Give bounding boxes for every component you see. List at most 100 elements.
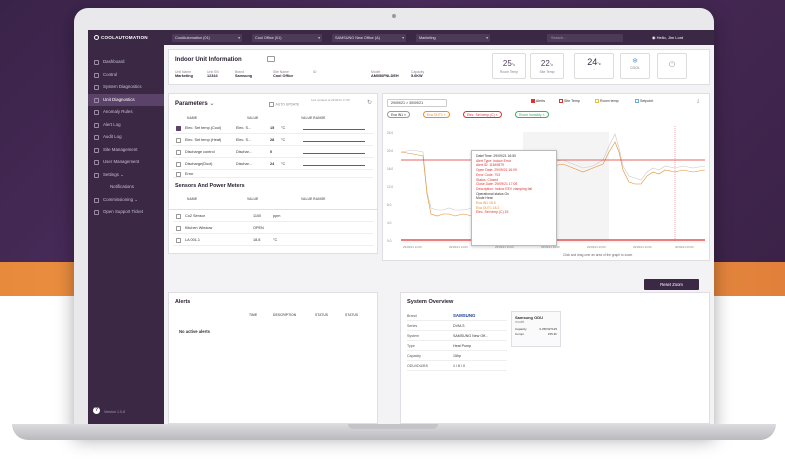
date-range-picker[interactable]: 29/09/21 > 30/09/21 [387, 99, 447, 107]
info-icon[interactable] [267, 56, 275, 62]
zoom-hint: Click and drag over an area of the graph… [563, 253, 633, 257]
sidebar-item-anomaly-rules[interactable]: Anomaly Rules [88, 106, 164, 119]
checkbox-icon [559, 99, 563, 104]
chevron-down-icon[interactable]: ⌄ [575, 67, 613, 71]
value-range-bar [303, 141, 365, 142]
empty-alerts: No active alerts [179, 329, 210, 334]
download-icon[interactable]: ⤓ [697, 98, 699, 104]
chart-tooltip: Date/Time: 29/09/21 16:50 Alert Type: In… [471, 150, 557, 246]
table-row[interactable]: Error [173, 170, 373, 178]
x-tick: 29/09/21 12:00 [403, 245, 422, 249]
top-bar: CoolAutomation (01) Cool Office (01) SAM… [164, 30, 714, 45]
setpoint-toggle[interactable]: Setpoint [635, 99, 653, 104]
y-tick: 0.0 [387, 239, 392, 243]
table-row[interactable]: LA 001.1 18.8 °C [173, 234, 373, 246]
odu-card[interactable]: Samsung ODU model Capacity 0.25KWT125 Com… [511, 311, 561, 347]
checkbox-icon [595, 99, 599, 104]
y-tick: 20.0 [387, 149, 393, 153]
table-row[interactable]: Elec. Set temp.(Cool) Elec. S... 15 °C [173, 122, 373, 134]
sidebar-item-commissioning[interactable]: Commissioning ⌄ [88, 194, 164, 207]
log-icon [94, 135, 99, 140]
chart-icon [94, 97, 99, 103]
unit-select[interactable]: Marketing [416, 33, 490, 42]
laptop-notch [348, 424, 438, 429]
user-menu[interactable]: ◉ Hello, Jim Lord [652, 33, 683, 42]
row-checkbox[interactable] [176, 226, 181, 231]
chip-eva-in1[interactable]: Eva IN1 × [387, 111, 410, 118]
table-row[interactable]: Discharge control Dischar... 0 [173, 146, 373, 158]
reset-zoom-button[interactable]: Reset Zoom [644, 279, 699, 290]
wrench-icon [94, 197, 99, 203]
indoor-unit-card: Indoor Unit Information Unit Name Marketi… [168, 49, 710, 85]
system-select[interactable]: SAMSUNG New Office (A) [332, 33, 406, 42]
power-button[interactable]: ⏻ [657, 53, 687, 79]
alerts-panel: Alerts TIME DESCRIPTION STATUS STATUS No… [168, 292, 378, 424]
search-input[interactable]: Search... [547, 33, 623, 42]
x-tick: 29/09/21 22:00 [633, 245, 652, 249]
sidebar-item-open-support-ticket[interactable]: Open Support Ticket [88, 206, 164, 219]
diagnostics-icon [94, 85, 99, 90]
setpoint-control[interactable]: ⌃ 24°c ⌄ [574, 53, 614, 79]
site-temp-toggle[interactable]: Site Temp [559, 99, 580, 104]
series-chips: Eva IN1 × Eva OUT1 × Elec. Set temp.(C) … [387, 111, 587, 120]
table-row[interactable]: Elec. Set temp.(Heat) Elec. S... 28 °C [173, 134, 373, 146]
help-icon[interactable]: ? [93, 407, 100, 414]
version-label: Version 1.0.8 [104, 410, 125, 414]
chevron-down-icon[interactable]: ⌄ [209, 101, 214, 107]
row-checkbox[interactable] [176, 172, 181, 177]
sidebar-item-site-management[interactable]: Site Management [88, 144, 164, 157]
row-checkbox[interactable] [176, 150, 181, 155]
sensors-title: Sensors And Power Meters [175, 183, 245, 189]
org-select[interactable]: CoolAutomation (01) [172, 33, 242, 42]
mode-button[interactable]: ❄ COOL [620, 53, 650, 79]
table-row[interactable]: Discharge(Duct) Dischar... 24 °C [173, 158, 373, 170]
sidebar-item-control[interactable]: Control [88, 69, 164, 82]
x-tick: 29/09/21 14:00 [449, 245, 468, 249]
value-range-bar [303, 153, 365, 154]
sidebar-item-audit-log[interactable]: Audit Log [88, 131, 164, 144]
indoor-unit-title: Indoor Unit Information [175, 57, 242, 63]
refresh-icon[interactable]: ↻ [367, 99, 372, 106]
y-tick: 4.0 [387, 221, 392, 225]
app-logo[interactable]: COOLAUTOMATION [94, 35, 148, 41]
chip-eva-out1[interactable]: Eva OUT1 × [423, 111, 450, 118]
row-checkbox[interactable] [176, 162, 181, 167]
sidebar-item-unit-diagnostics[interactable]: Unit Diagnostics [88, 93, 164, 106]
row-checkbox[interactable] [176, 138, 181, 143]
row-checkbox[interactable] [176, 238, 181, 243]
alerts-toggle[interactable]: Alerts [531, 99, 545, 104]
chevron-down-icon: ⌄ [120, 171, 124, 177]
power-icon: ⏻ [668, 60, 676, 69]
auto-update-toggle[interactable]: AUTO UPDATE [269, 101, 299, 107]
sidebar-item-settings[interactable]: Settings ⌄ [88, 169, 164, 182]
sensors-panel: Co2 Sensor 1100 ppm Kitchen Window OPEN LA … [168, 210, 378, 254]
value-range-bar [303, 129, 365, 130]
room-temp-toggle[interactable]: Room temp [595, 99, 619, 104]
bell-icon [94, 122, 99, 128]
sidebar-item-alert-log[interactable]: Alert Log [88, 119, 164, 132]
parameters-panel: Parameters ⌄ AUTO UPDATE Last updated at… [168, 93, 378, 210]
sidebar-item-user-management[interactable]: User Management [88, 156, 164, 169]
building-icon [94, 147, 99, 153]
dashboard-icon [94, 60, 99, 65]
table-row[interactable]: Kitchen Window OPEN [173, 222, 373, 234]
checkbox-icon [531, 99, 535, 104]
sidebar: COOLAUTOMATION Dashboard Control System … [88, 30, 164, 424]
system-overview-title: System Overview [407, 299, 454, 305]
alerts-title: Alerts [175, 299, 191, 305]
sidebar-item-notifications[interactable]: Notifications [88, 181, 164, 194]
sidebar-item-dashboard[interactable]: Dashboard [88, 56, 164, 69]
chip-room-humidity[interactable]: Room humidity × [515, 111, 549, 118]
room-temp-box: 25°c Room Temp [492, 53, 526, 79]
row-checkbox[interactable] [176, 214, 181, 219]
site-select[interactable]: Cool Office (01) [252, 33, 322, 42]
sidebar-nav: Dashboard Control System Diagnostics Uni… [88, 56, 164, 219]
parameters-title: Parameters ⌄ [175, 101, 215, 107]
row-checkbox[interactable] [176, 126, 181, 131]
chip-elec-set-temp[interactable]: Elec. Set temp.(C) × [463, 111, 502, 118]
ticket-icon [94, 210, 99, 215]
site-temp-box: 22°c Site Temp [530, 53, 564, 79]
table-row[interactable]: Co2 Sensor 1100 ppm [173, 210, 373, 222]
auto-update-checkbox[interactable] [269, 102, 274, 107]
sidebar-item-system-diagnostics[interactable]: System Diagnostics [88, 81, 164, 94]
